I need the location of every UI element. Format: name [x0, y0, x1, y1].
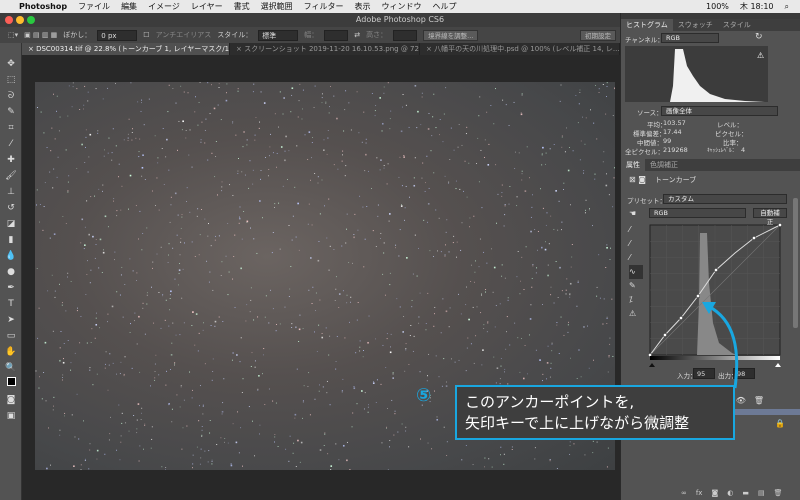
- step-number: ⑤: [416, 385, 432, 406]
- annotation-callout: このアンカーポイントを, 矢印キーで上に上げながら微調整: [455, 385, 735, 440]
- callout-line-2: 矢印キーで上に上げながら微調整: [465, 414, 690, 432]
- callout-line-1: このアンカーポイントを,: [465, 393, 635, 411]
